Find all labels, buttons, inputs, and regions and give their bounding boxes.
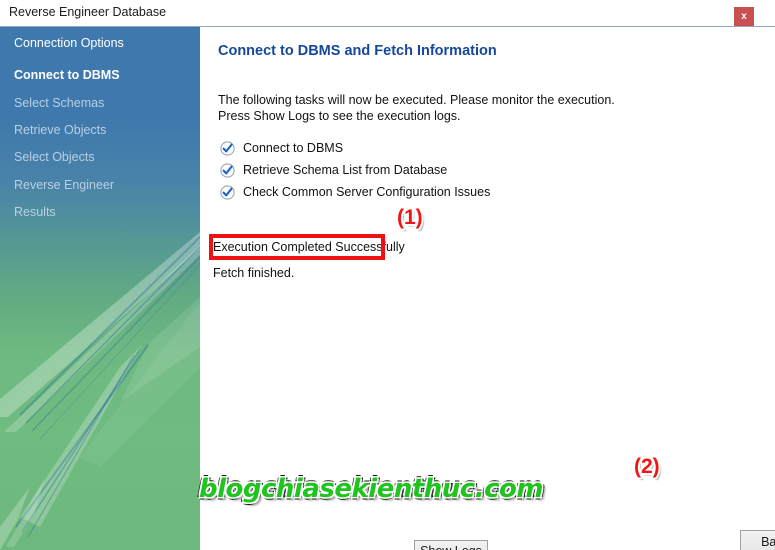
sidebar-item-connection-options[interactable]: Connection Options [14, 36, 124, 50]
window-title: Reverse Engineer Database [9, 5, 167, 19]
intro-line-1: The following tasks will now be executed… [218, 93, 615, 107]
sidebar-item-retrieve-objects[interactable]: Retrieve Objects [14, 123, 106, 137]
execution-status-text: Execution Completed Successfully [213, 240, 405, 254]
checkmark-icon [220, 162, 235, 178]
sidebar-item-connect-to-dbms[interactable]: Connect to DBMS [14, 68, 120, 82]
wizard-content-panel: Connect to DBMS and Fetch Information Th… [200, 27, 775, 550]
task-label: Check Common Server Configuration Issues [243, 185, 491, 199]
task-row: Check Common Server Configuration Issues [220, 181, 490, 203]
checkmark-icon [220, 140, 235, 156]
sidebar-decorative-art [0, 227, 200, 550]
close-icon[interactable]: x [734, 7, 754, 26]
checkmark-icon [220, 184, 235, 200]
page-title: Connect to DBMS and Fetch Information [218, 43, 497, 59]
sidebar-item-select-objects[interactable]: Select Objects [14, 150, 95, 164]
intro-line-2: Press Show Logs to see the execution log… [218, 109, 461, 123]
sidebar-item-select-schemas[interactable]: Select Schemas [14, 96, 104, 110]
task-row: Connect to DBMS [220, 137, 490, 159]
fetch-status-text: Fetch finished. [213, 266, 295, 280]
back-button[interactable]: Back [740, 530, 775, 550]
show-logs-button[interactable]: Show Logs [414, 540, 488, 550]
task-label: Connect to DBMS [243, 141, 344, 155]
reverse-engineer-database-window: Reverse Engineer Database x Connection O… [0, 0, 775, 550]
task-row: Retrieve Schema List from Database [220, 159, 490, 181]
sidebar-item-results[interactable]: Results [14, 205, 56, 219]
task-label: Retrieve Schema List from Database [243, 163, 448, 177]
intro-text: The following tasks will now be executed… [218, 92, 615, 124]
task-list: Connect to DBMS Retrieve Schema List fro… [220, 137, 490, 203]
wizard-sidebar: Connection Options Connect to DBMS Selec… [0, 27, 200, 550]
window-titlebar: Reverse Engineer Database x [0, 0, 775, 27]
sidebar-item-reverse-engineer[interactable]: Reverse Engineer [14, 178, 114, 192]
